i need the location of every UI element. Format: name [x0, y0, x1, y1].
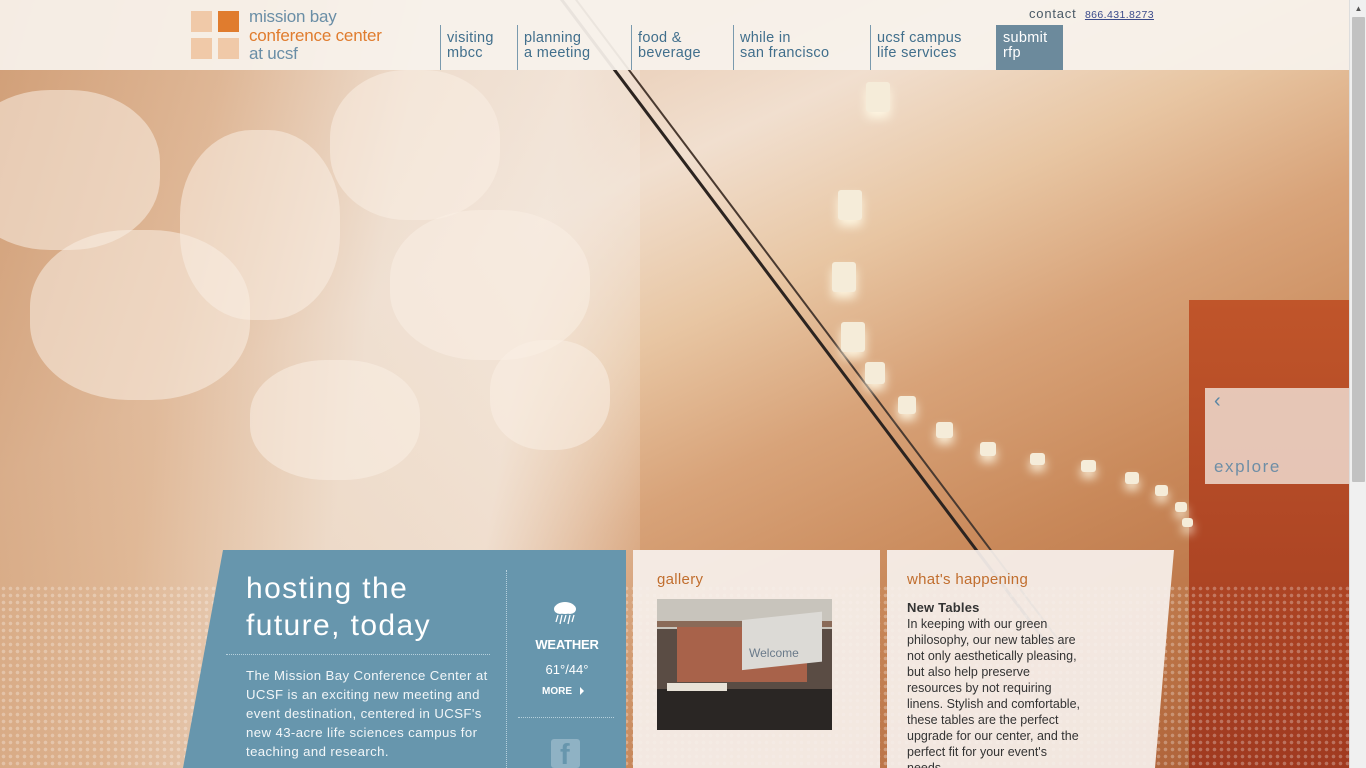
gallery-title: gallery	[657, 571, 704, 588]
ceiling-light	[1030, 453, 1045, 465]
scroll-up-arrow-icon[interactable]: ▲	[1350, 0, 1366, 17]
nav-item-line-1: visiting	[447, 30, 494, 46]
submit-line-1: submit	[1003, 30, 1048, 46]
gallery-image-welcome-text: Welcome	[749, 646, 799, 660]
explore-panel[interactable]: ‹ explore	[1205, 388, 1349, 484]
nav-item-line-1: ucsf campus	[877, 30, 962, 46]
submit-line-2: rfp	[1003, 44, 1021, 61]
logo-line-1: mission bay	[249, 7, 337, 26]
ceiling-light	[936, 422, 953, 438]
nav-item-line-2: a meeting	[524, 44, 591, 61]
weather-label: WEATHER	[535, 637, 599, 652]
nav-item-line-1: while in	[740, 30, 791, 46]
ceiling-light	[866, 82, 890, 112]
logo-line-3: at ucsf	[249, 44, 298, 63]
ceiling-light	[1155, 485, 1168, 496]
ceiling-light	[980, 442, 996, 456]
logo-square	[191, 38, 212, 59]
logo-square	[191, 11, 212, 32]
logo-line-2: conference center	[249, 25, 382, 45]
ceiling-light	[832, 262, 856, 292]
hero-leaf-pattern	[330, 70, 500, 220]
ceiling-light	[838, 190, 862, 220]
divider	[506, 570, 507, 768]
hero-leaf-pattern	[390, 210, 590, 360]
page-scrollbar[interactable]: ▲	[1349, 0, 1366, 768]
logo-wordmark: mission bay conference center at ucsf	[249, 7, 382, 64]
ceiling-light	[1125, 472, 1139, 484]
divider	[226, 654, 490, 655]
submit-rfp-button[interactable]: submit rfp	[996, 25, 1063, 70]
hosting-title: hosting the future, today	[246, 570, 431, 644]
weather-more-link[interactable]: MORE	[542, 686, 584, 697]
main-nav: visiting mbcc planning a meeting food & …	[440, 25, 996, 70]
ceiling-light	[898, 396, 916, 414]
nav-item-while-in-san-francisco[interactable]: while in san francisco	[733, 25, 870, 70]
hero-leaf-pattern	[490, 340, 610, 450]
facebook-glyph: f	[560, 739, 570, 768]
nav-item-line-2: mbcc	[447, 44, 483, 61]
hero-leaf-pattern	[180, 130, 340, 320]
ceiling-light	[1175, 502, 1187, 512]
hosting-title-line-1: hosting the	[246, 572, 409, 605]
hero-leaf-pattern	[250, 360, 420, 480]
nav-item-line-2: life services	[877, 44, 957, 61]
logo-mark	[191, 11, 239, 59]
whats-happening-title: what's happening	[907, 571, 1029, 588]
hero-leaf-pattern	[0, 90, 160, 250]
contact-info: contact 866.431.8273	[1029, 6, 1154, 21]
ceiling-light	[1081, 460, 1096, 472]
nav-item-line-1: food &	[638, 30, 682, 46]
hosting-description: The Mission Bay Conference Center at UCS…	[246, 668, 488, 759]
arrow-right-icon	[580, 687, 584, 696]
ceiling-light	[1182, 518, 1193, 527]
nav-item-visiting-mbcc[interactable]: visiting mbcc	[440, 25, 517, 70]
news-item-title[interactable]: New Tables	[907, 600, 980, 615]
hosting-title-line-2: future, today	[246, 609, 431, 642]
logo-square	[218, 11, 239, 32]
contact-label: contact	[1029, 6, 1077, 21]
news-item-body: In keeping with our green philosophy, ou…	[907, 617, 1081, 768]
nav-item-planning-a-meeting[interactable]: planning a meeting	[517, 25, 631, 70]
weather-temperature: 61°/44°	[545, 662, 589, 677]
nav-item-food-beverage[interactable]: food & beverage	[631, 25, 733, 70]
logo-square	[218, 38, 239, 59]
gallery-image[interactable]: Welcome	[657, 599, 832, 730]
scrollbar-thumb[interactable]	[1352, 17, 1365, 482]
contact-phone-link[interactable]: 866.431.8273	[1085, 9, 1154, 21]
chevron-left-icon[interactable]: ‹	[1214, 390, 1221, 413]
nav-item-ucsf-campus-life-services[interactable]: ucsf campus life services	[870, 25, 996, 70]
nav-item-line-1: planning	[524, 30, 582, 46]
site-logo[interactable]: mission bay conference center at ucsf	[191, 7, 421, 64]
rain-cloud-icon	[551, 598, 579, 626]
divider	[518, 717, 614, 718]
nav-item-line-2: san francisco	[740, 44, 830, 61]
ceiling-light	[841, 322, 865, 352]
facebook-icon[interactable]: f	[551, 739, 580, 768]
weather-more-label: MORE	[542, 686, 572, 697]
explore-label: explore	[1214, 457, 1281, 476]
nav-item-line-2: beverage	[638, 44, 701, 61]
ceiling-light	[865, 362, 885, 384]
